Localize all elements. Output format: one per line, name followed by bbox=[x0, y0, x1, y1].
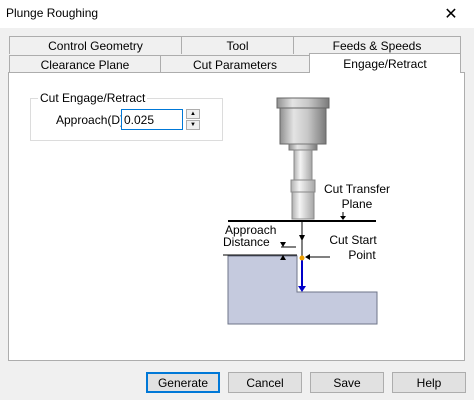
cut-start-arrow-icon bbox=[305, 254, 310, 260]
path-arrow-icon bbox=[299, 235, 305, 241]
tab-label: Clearance Plane bbox=[40, 57, 130, 72]
save-button[interactable]: Save bbox=[310, 372, 384, 393]
cancel-button[interactable]: Cancel bbox=[228, 372, 302, 393]
plunge-arrow-icon bbox=[298, 286, 306, 292]
cut-transfer-label-2: Plane bbox=[342, 197, 373, 211]
tab-tool[interactable]: Tool bbox=[181, 36, 294, 54]
window-title: Plunge Roughing bbox=[6, 6, 99, 20]
tool-body bbox=[290, 149, 316, 220]
tab-cut-parameters[interactable]: Cut Parameters bbox=[160, 55, 310, 73]
tab-engage-retract[interactable]: Engage/Retract bbox=[309, 53, 461, 73]
cut-start-label-2: Point bbox=[348, 248, 376, 262]
approach-label: Approach(D) bbox=[56, 113, 125, 127]
engage-retract-diagram: Cut Transfer Plane Approach Distance Cut… bbox=[223, 97, 390, 325]
close-icon: ✕ bbox=[444, 6, 458, 23]
help-button[interactable]: Help bbox=[392, 372, 466, 393]
approach-input[interactable] bbox=[121, 109, 183, 130]
tab-label: Tool bbox=[226, 38, 249, 53]
group-title: Cut Engage/Retract bbox=[38, 91, 148, 105]
spin-up-button[interactable]: ▲ bbox=[186, 109, 200, 119]
approach-spinner: ▲ ▼ bbox=[186, 109, 200, 130]
tab-clearance-plane[interactable]: Clearance Plane bbox=[9, 55, 161, 73]
close-button[interactable]: ✕ bbox=[428, 0, 474, 28]
tab-feeds-speeds[interactable]: Feeds & Speeds bbox=[293, 36, 461, 54]
cut-start-point-marker bbox=[299, 255, 305, 261]
tab-label: Cut Parameters bbox=[192, 57, 278, 72]
tab-label: Feeds & Speeds bbox=[332, 38, 422, 53]
cut-transfer-arrow-icon bbox=[340, 216, 346, 220]
spin-down-button[interactable]: ▼ bbox=[186, 120, 200, 130]
approach-distance-label-2: Distance bbox=[223, 235, 270, 249]
tool-holder bbox=[276, 97, 330, 151]
cut-start-label-1: Cut Start bbox=[329, 233, 377, 247]
cut-transfer-label-1: Cut Transfer bbox=[324, 182, 390, 196]
chevron-up-icon: ▲ bbox=[190, 111, 196, 117]
generate-button[interactable]: Generate bbox=[146, 372, 220, 393]
approach-dim-arrow-up-icon bbox=[280, 242, 286, 247]
title-bar: Plunge Roughing ✕ bbox=[0, 0, 474, 28]
chevron-down-icon: ▼ bbox=[190, 122, 196, 128]
tab-label: Engage/Retract bbox=[343, 56, 427, 71]
tab-control-geometry[interactable]: Control Geometry bbox=[9, 36, 182, 54]
tab-label: Control Geometry bbox=[48, 38, 143, 53]
